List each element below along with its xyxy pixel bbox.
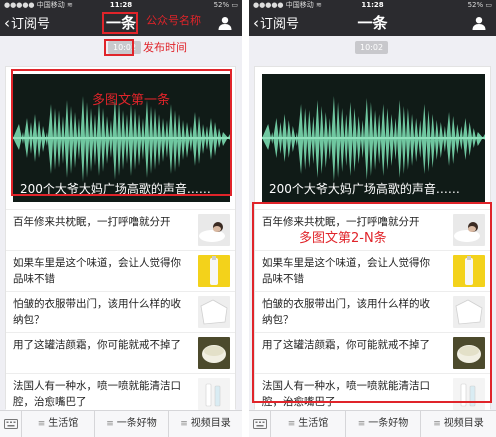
menu-tab-goods[interactable]: ≡ 一条好物 <box>95 411 169 437</box>
phone-screen-right: ●●●●● 中国移动 ≋ 11:28 52% ▭ ‹订阅号 一条 10:02 2… <box>249 0 496 437</box>
annotation-publish-time: 发布时间 <box>143 41 187 54</box>
battery-label: 52% ▭ <box>467 1 492 9</box>
list-item[interactable]: 用了这罐洁颜霜，你可能就戒不掉了 <box>6 332 235 373</box>
list-item[interactable]: 怕皱的衣服带出门，该用什么样的收纳包？ <box>6 291 235 332</box>
keyboard-icon <box>253 419 267 429</box>
annotation-account-name: 公众号名称 <box>146 14 201 27</box>
menu-bar: ≡ 生活馆 ≡ 一条好物 ≡ 视频目录 <box>0 410 242 437</box>
keyboard-button[interactable] <box>249 411 271 437</box>
publish-time-pill: 10:02 <box>355 41 389 54</box>
list-item[interactable]: 百年修来共枕眠，一打呼噜就分开 <box>6 209 235 250</box>
article-thumbnail <box>198 337 230 369</box>
account-title: 一条 <box>357 14 388 32</box>
article-thumbnail <box>198 378 230 410</box>
annotation-box-time <box>104 39 134 56</box>
menu-tab-label: 生活馆 <box>48 418 79 429</box>
status-time: 11:28 <box>361 1 384 9</box>
nav-header: ●●●●● 中国移动 ≋ 11:28 52% ▭ ‹订阅号 一条 <box>249 0 496 36</box>
keyboard-icon <box>4 419 18 429</box>
menu-icon: ≡ <box>357 419 366 429</box>
menu-tab-videos[interactable]: ≡ 视频目录 <box>169 411 242 437</box>
lead-article[interactable]: 200个大爷大妈广场高歌的声音…… <box>262 74 485 202</box>
article-thumbnail <box>198 296 230 328</box>
article-title: 如果车里是这个味道，会让人觉得你品味不错 <box>13 257 181 285</box>
menu-icon: ≡ <box>37 419 46 429</box>
article-title: 怕皱的衣服带出门，该用什么样的收纳包？ <box>13 298 181 326</box>
menu-icon: ≡ <box>433 419 441 429</box>
menu-tab-label: 生活馆 <box>298 418 329 429</box>
lead-article-title: 200个大爷大妈广场高歌的声音…… <box>269 182 460 196</box>
menu-icon: ≡ <box>180 419 188 429</box>
battery-label: 52% ▭ <box>213 1 238 9</box>
status-time: 11:28 <box>109 1 133 9</box>
article-title: 用了这罐洁颜霜，你可能就戒不掉了 <box>13 339 181 351</box>
menu-tab-label: 一条好物 <box>368 418 409 429</box>
user-icon[interactable] <box>472 16 486 30</box>
menu-bar: ≡ 生活馆 ≡ 一条好物 ≡ 视频目录 <box>249 410 496 437</box>
menu-tab-label: 视频目录 <box>443 418 484 429</box>
status-bar: ●●●●● 中国移动 ≋ 11:28 52% ▭ <box>249 0 496 10</box>
keyboard-button[interactable] <box>0 411 22 437</box>
comparison-stage: ●●●●● 中国移动 ≋ 11:28 52% ▭ ‹订阅号 一条 10:02 2… <box>0 0 496 437</box>
list-item[interactable]: 如果车里是这个味道，会让人觉得你品味不错 <box>6 250 235 291</box>
menu-tab-videos[interactable]: ≡ 视频目录 <box>421 411 496 437</box>
annotation-secondary-articles: 多图文第2-N条 <box>299 231 387 246</box>
article-thumbnail <box>198 255 230 287</box>
list-item[interactable]: 法国人有一种水，喷一喷就能清洁口腔，治愈嘴巴了 <box>6 373 235 414</box>
menu-tab-life[interactable]: ≡ 生活馆 <box>271 411 346 437</box>
menu-tab-label: 视频目录 <box>190 418 231 429</box>
phone-screen-left: ●●●●● 中国移动 ≋ 11:28 52% ▭ ‹订阅号 一条 10:02 2… <box>0 0 242 437</box>
nav-bar: ‹订阅号 一条 <box>249 10 496 36</box>
menu-icon: ≡ <box>287 419 296 429</box>
menu-tab-label: 一条好物 <box>116 418 157 429</box>
article-title: 百年修来共枕眠，一打呼噜就分开 <box>13 216 171 228</box>
article-list: 百年修来共枕眠，一打呼噜就分开 如果车里是这个味道，会让人觉得你品味不错 怕皱的… <box>6 209 235 414</box>
menu-icon: ≡ <box>106 419 114 429</box>
menu-tab-goods[interactable]: ≡ 一条好物 <box>346 411 421 437</box>
status-bar: ●●●●● 中国移动 ≋ 11:28 52% ▭ <box>0 0 242 10</box>
annotation-box-account <box>102 12 138 34</box>
user-icon[interactable] <box>218 16 232 30</box>
menu-tab-life[interactable]: ≡ 生活馆 <box>22 411 95 437</box>
annotation-lead-article: 多图文第一条 <box>92 93 171 108</box>
annotation-box-lead <box>11 69 232 196</box>
article-title: 法国人有一种水，喷一喷就能清洁口腔，治愈嘴巴了 <box>13 380 181 408</box>
article-thumbnail <box>198 214 230 246</box>
